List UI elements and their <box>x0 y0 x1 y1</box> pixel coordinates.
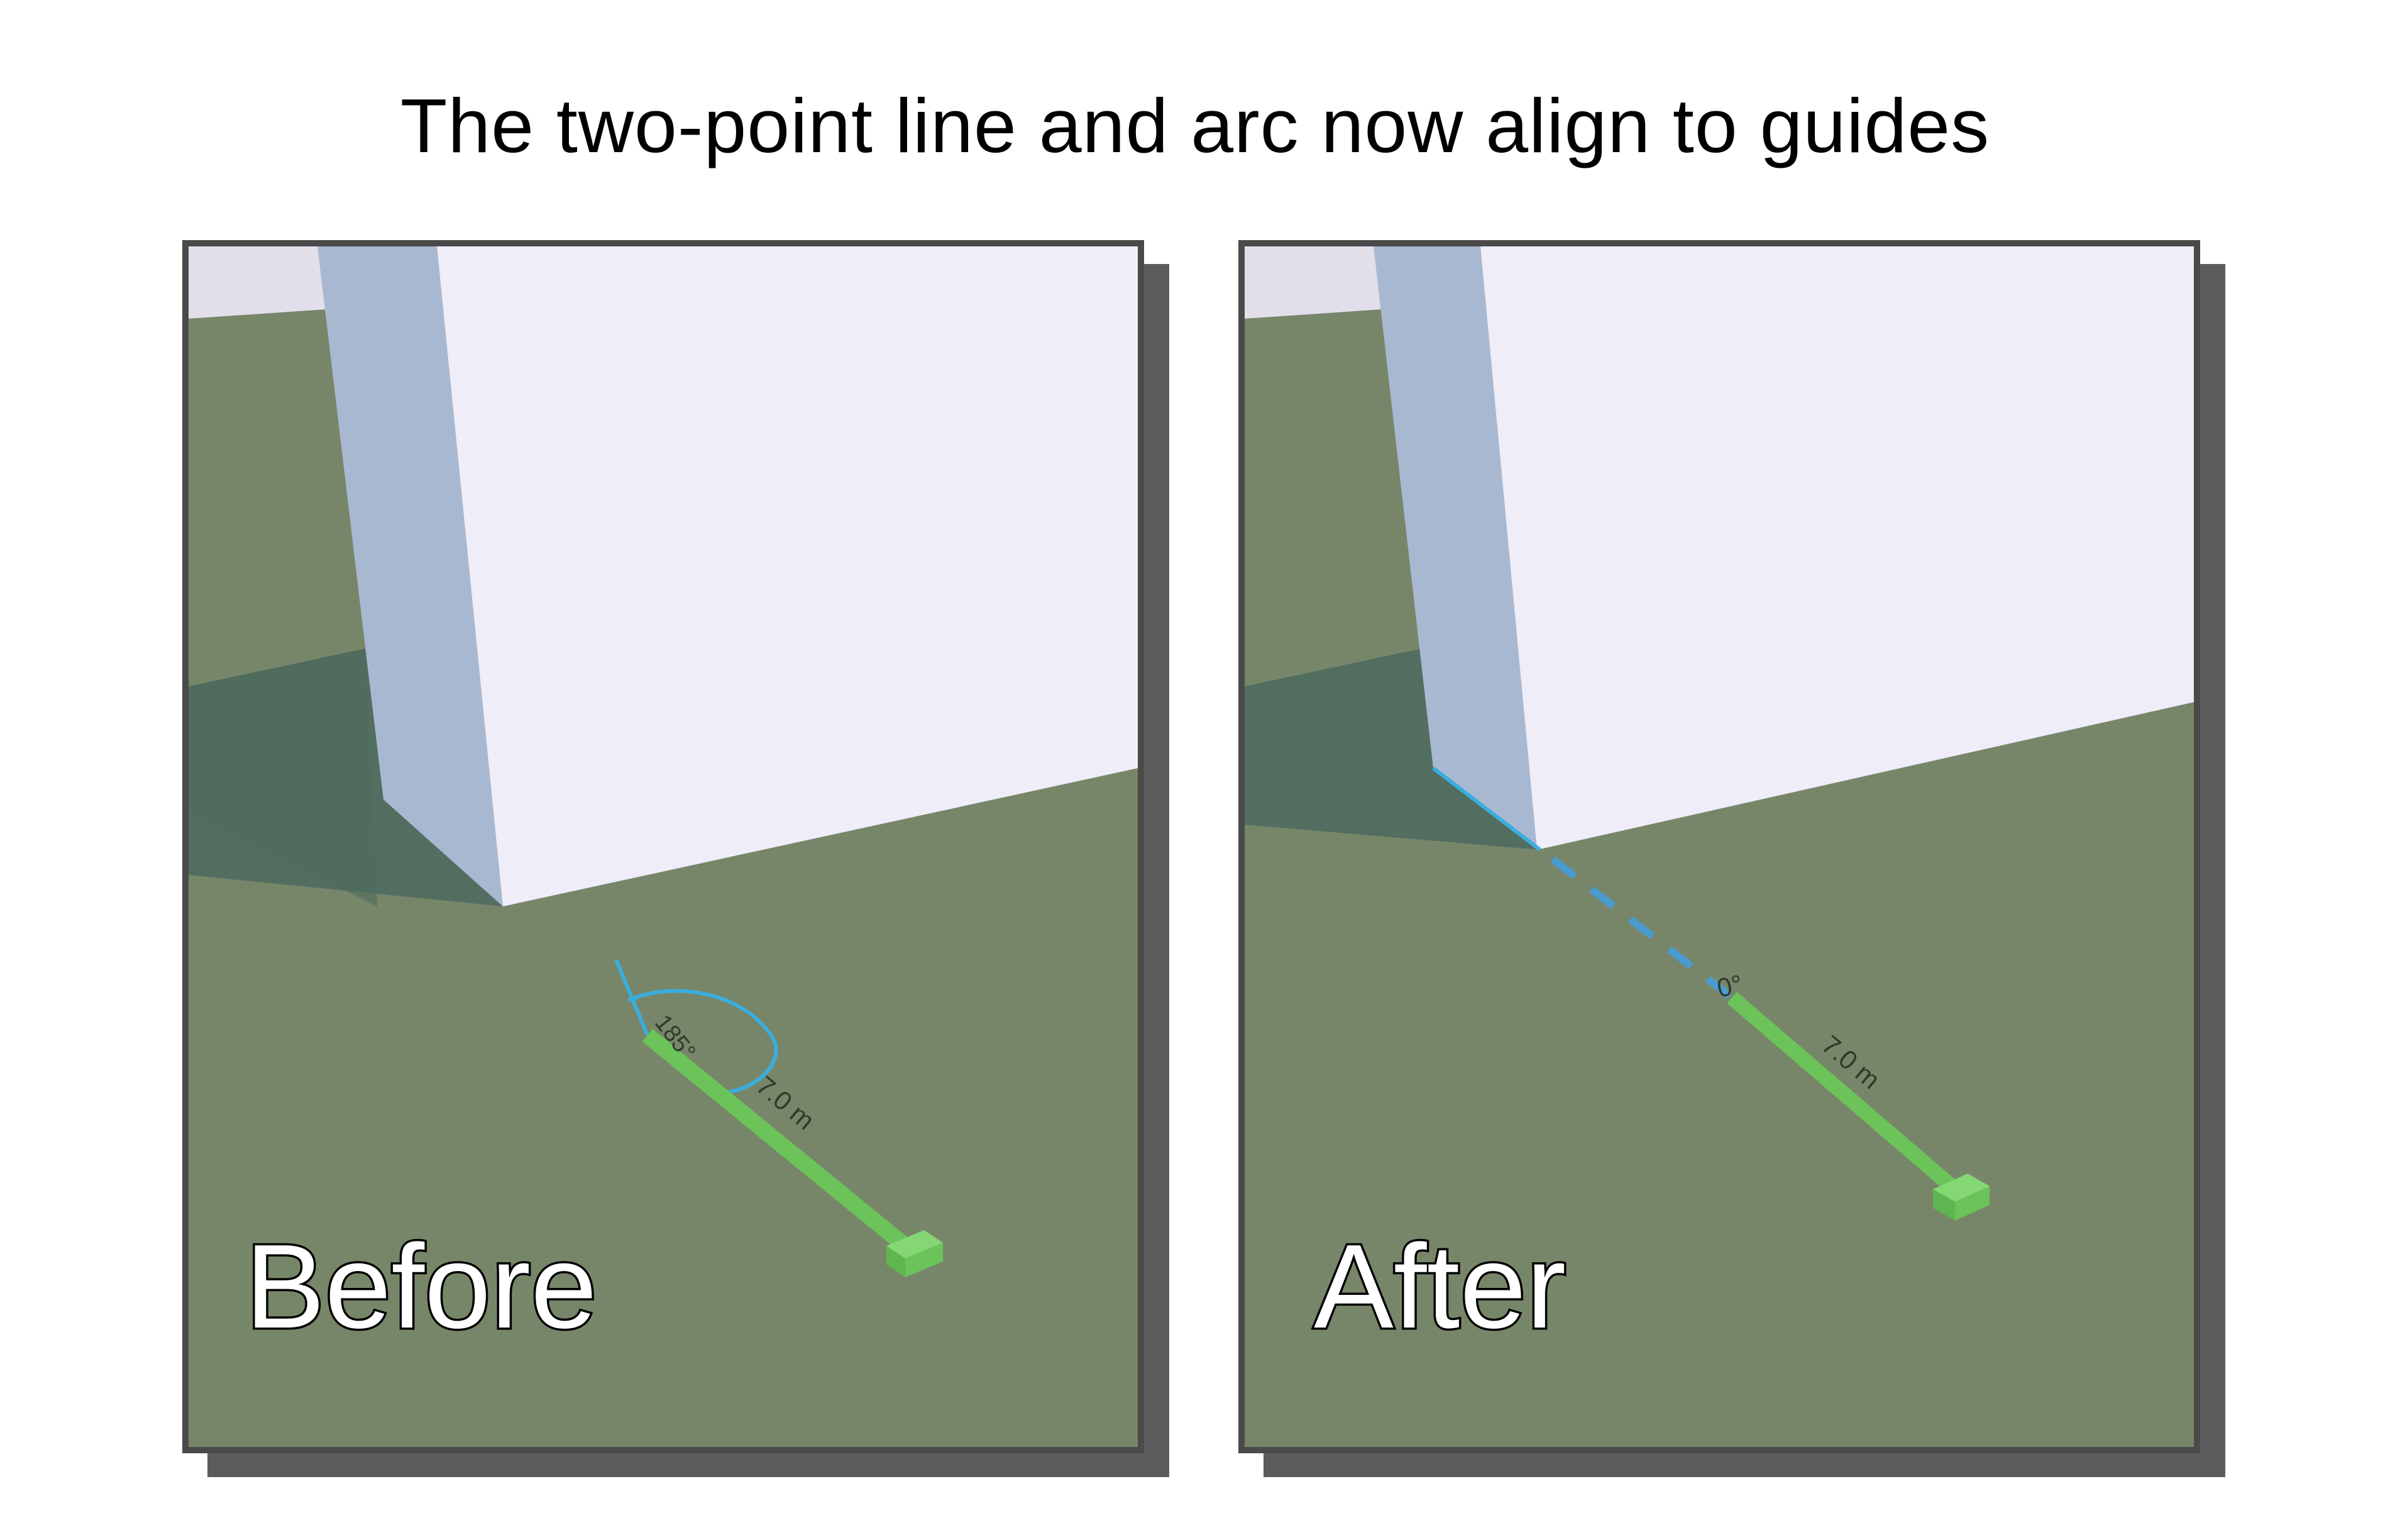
after-guide-dashed <box>1550 856 1734 1001</box>
before-measure-line <box>642 1028 911 1253</box>
after-viewport: 0° 7.0 m After <box>1245 246 2194 1356</box>
before-sky <box>189 246 327 319</box>
before-caption: Before <box>245 1220 597 1353</box>
after-angle-label: 0° <box>1714 969 1745 1003</box>
after-panel: 0° 7.0 m After <box>1238 240 2200 1453</box>
after-sky <box>1245 246 1383 319</box>
before-building-front <box>437 246 1138 906</box>
after-measure-line <box>1727 991 1960 1196</box>
before-panel: 185° 7.0 m Before <box>182 240 1144 1453</box>
comparison-figure: The two-point line and arc now align to … <box>0 0 2390 1540</box>
before-viewport: 185° 7.0 m Before <box>189 246 1138 1356</box>
figure-title: The two-point line and arc now align to … <box>400 83 1990 168</box>
after-building-front <box>1480 246 2194 850</box>
after-caption: After <box>1314 1220 1566 1353</box>
